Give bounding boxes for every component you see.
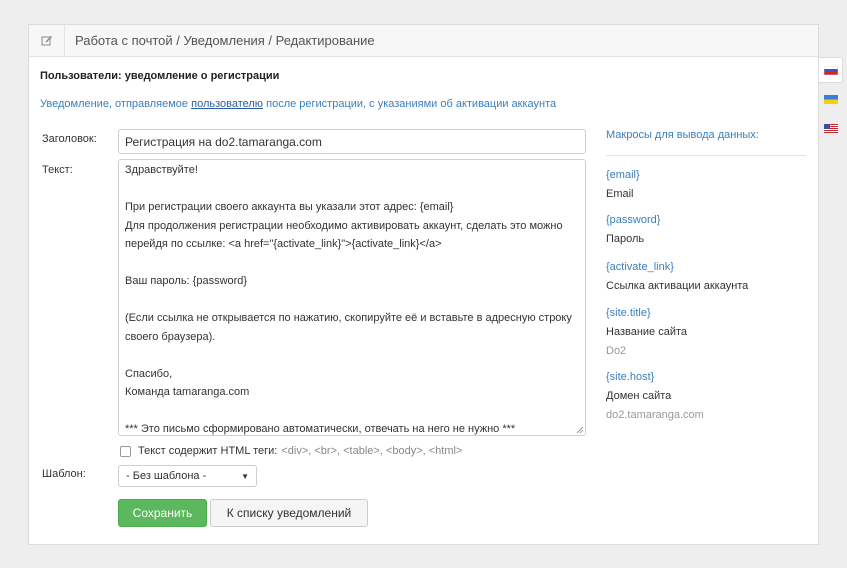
macro-code[interactable]: {password} <box>606 214 660 226</box>
text-line <box>119 346 585 365</box>
text-line: Команда tamaranga.com <box>125 386 250 398</box>
text-label: Текст: <box>42 164 73 176</box>
html-tags-hint: <div>, <br>, <table>, <body>, <html> <box>281 445 463 457</box>
panel-header: Работа с почтой / Уведомления / Редактир… <box>29 24 818 57</box>
text-line: Здравствуйте! <box>125 164 198 176</box>
save-button[interactable]: Сохранить <box>118 499 207 527</box>
text-line: Спасибо, <box>125 367 173 380</box>
language-tab-ua[interactable] <box>819 86 843 112</box>
language-tab-ru[interactable] <box>819 57 843 83</box>
language-tab-en[interactable] <box>819 115 843 141</box>
russian-flag-icon <box>823 65 838 75</box>
macro-code[interactable]: {activate_link} <box>606 261 674 273</box>
text-line: своего браузера). <box>125 330 216 343</box>
text-line: Ваш пароль: {password} <box>125 275 248 287</box>
english-flag-icon <box>824 123 838 133</box>
macros-divider <box>606 155 806 156</box>
resize-handle-icon[interactable] <box>576 426 584 434</box>
html-checkbox[interactable] <box>120 445 131 457</box>
template-select-value: - Без шаблона - <box>126 470 207 482</box>
subject-input[interactable] <box>118 129 586 154</box>
html-checkbox-row[interactable]: Текст содержит HTML теги: <div>, <br>, <… <box>120 445 462 457</box>
macro-code[interactable]: {email} <box>606 169 640 181</box>
template-label: Шаблон: <box>42 468 86 480</box>
macro-code[interactable]: {site.host} <box>606 371 654 383</box>
macros-title: Макросы для вывода данных: <box>606 129 759 141</box>
text-line: (Если ссылка не открывается по нажатию, … <box>125 312 572 324</box>
text-line: Для продолжения регистрации необходимо а… <box>125 219 563 232</box>
macro-value: Do2 <box>606 345 627 357</box>
notification-edit-panel: Работа с почтой / Уведомления / Редактир… <box>28 24 819 545</box>
macro-code[interactable]: {site.title} <box>606 307 651 319</box>
macro-description: Пароль <box>606 233 645 245</box>
edit-icon <box>29 24 65 57</box>
macro-value: do2.tamaranga.com <box>606 409 704 421</box>
back-to-list-button[interactable]: К списку уведомлений <box>210 499 368 527</box>
ukrainian-flag-icon <box>824 94 838 104</box>
subject-label: Заголовок: <box>42 133 97 145</box>
text-line: При регистрации своего аккаунта вы указа… <box>125 201 454 213</box>
text-line <box>119 254 585 273</box>
chevron-down-icon: ▼ <box>241 471 249 481</box>
macro-description: Ссылка активации аккаунта <box>606 280 749 292</box>
text-line <box>119 291 585 310</box>
text-line: перейдя по ссылке: <a href="{activate_li… <box>125 238 442 250</box>
macro-description: Email <box>606 188 634 200</box>
text-textarea[interactable]: Здравствуйте! При регистрации своего акка… <box>118 159 586 436</box>
text-line: *** Это письмо сформировано автоматическ… <box>125 423 516 435</box>
macro-description: Домен сайта <box>606 390 672 402</box>
breadcrumb: Работа с почтой / Уведомления / Редактир… <box>75 33 375 48</box>
description-text-end: после регистрации, с указаниями об актив… <box>263 98 557 110</box>
description-text: Уведомление, отправляемое <box>40 98 192 110</box>
section-title: Пользователи: уведомление о регистрации <box>40 70 280 82</box>
html-checkbox-label: Текст содержит HTML теги: <box>138 445 278 457</box>
users-link[interactable]: пользователю <box>191 98 263 110</box>
text-line <box>119 402 585 421</box>
template-select[interactable]: - Без шаблона - ▼ <box>118 465 257 487</box>
section-description: Уведомление, отправляемое пользователю п… <box>40 98 556 110</box>
text-line <box>119 180 585 199</box>
macro-description: Название сайта <box>606 326 688 338</box>
